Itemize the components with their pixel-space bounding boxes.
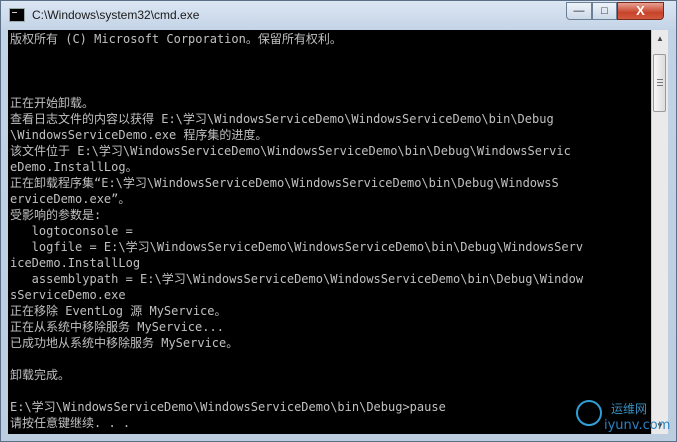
scroll-thumb[interactable] xyxy=(653,54,666,112)
console-line: sServiceDemo.exe xyxy=(10,288,126,302)
console-icon[interactable] xyxy=(9,8,25,22)
console-line: erviceDemo.exe”。 xyxy=(10,192,131,206)
console-line: 卸载完成。 xyxy=(10,368,71,382)
console-line: 已成功地从系统中移除服务 MyService。 xyxy=(10,336,239,350)
console-line: 查看日志文件的内容以获得 E:\学习\WindowsServiceDemo\Wi… xyxy=(10,112,554,126)
console-line: 正在移除 EventLog 源 MyService。 xyxy=(10,304,227,318)
thumb-grip xyxy=(657,85,663,86)
console-line: iceDemo.InstallLog xyxy=(10,256,141,270)
watermark-logo-icon xyxy=(576,400,602,426)
watermark-top-text: 运维网 xyxy=(611,402,648,416)
thumb-grip xyxy=(657,82,663,83)
console-line: 正在开始卸载。 xyxy=(10,96,95,110)
title-bar[interactable]: C:\Windows\system32\cmd.exe — □ X xyxy=(1,1,676,31)
maximize-button[interactable]: □ xyxy=(592,2,617,20)
console-line: 受影响的参数是: xyxy=(10,208,102,222)
console-line: assemblypath = E:\学习\WindowsServiceDemo\… xyxy=(10,272,584,286)
console-line: logtoconsole = xyxy=(10,224,133,238)
console-line: 正在从系统中移除服务 MyService... xyxy=(10,320,224,334)
console-output[interactable]: 版权所有 (C) Microsoft Corporation。保留所有权利。 正在… xyxy=(8,30,651,434)
console-line: 正在卸载程序集“E:\学习\WindowsServiceDemo\Windows… xyxy=(10,176,559,190)
vertical-scrollbar[interactable]: ▲ ▼ xyxy=(651,30,668,434)
console-line: 该文件位于 E:\学习\WindowsServiceDemo\WindowsSe… xyxy=(10,144,571,158)
close-button[interactable]: X xyxy=(617,2,664,20)
console-line: eDemo.InstallLog。 xyxy=(10,160,138,174)
minimize-button[interactable]: — xyxy=(566,2,592,20)
console-line: logfile = E:\学习\WindowsServiceDemo\Windo… xyxy=(10,240,584,254)
thumb-grip xyxy=(657,79,663,80)
watermark: 运维网 iyunv.com xyxy=(566,398,671,436)
window-title: C:\Windows\system32\cmd.exe xyxy=(32,8,200,22)
console-line: 版权所有 (C) Microsoft Corporation。保留所有权利。 xyxy=(10,32,342,46)
console-line: 请按任意键继续. . . xyxy=(10,416,131,430)
console-line: \WindowsServiceDemo.exe 程序集的进度。 xyxy=(10,128,268,142)
watermark-bottom-text: iyunv.com xyxy=(604,418,671,433)
console-line: E:\学习\WindowsServiceDemo\WindowsServiceD… xyxy=(10,400,446,414)
scroll-up-arrow-icon[interactable]: ▲ xyxy=(652,30,668,47)
